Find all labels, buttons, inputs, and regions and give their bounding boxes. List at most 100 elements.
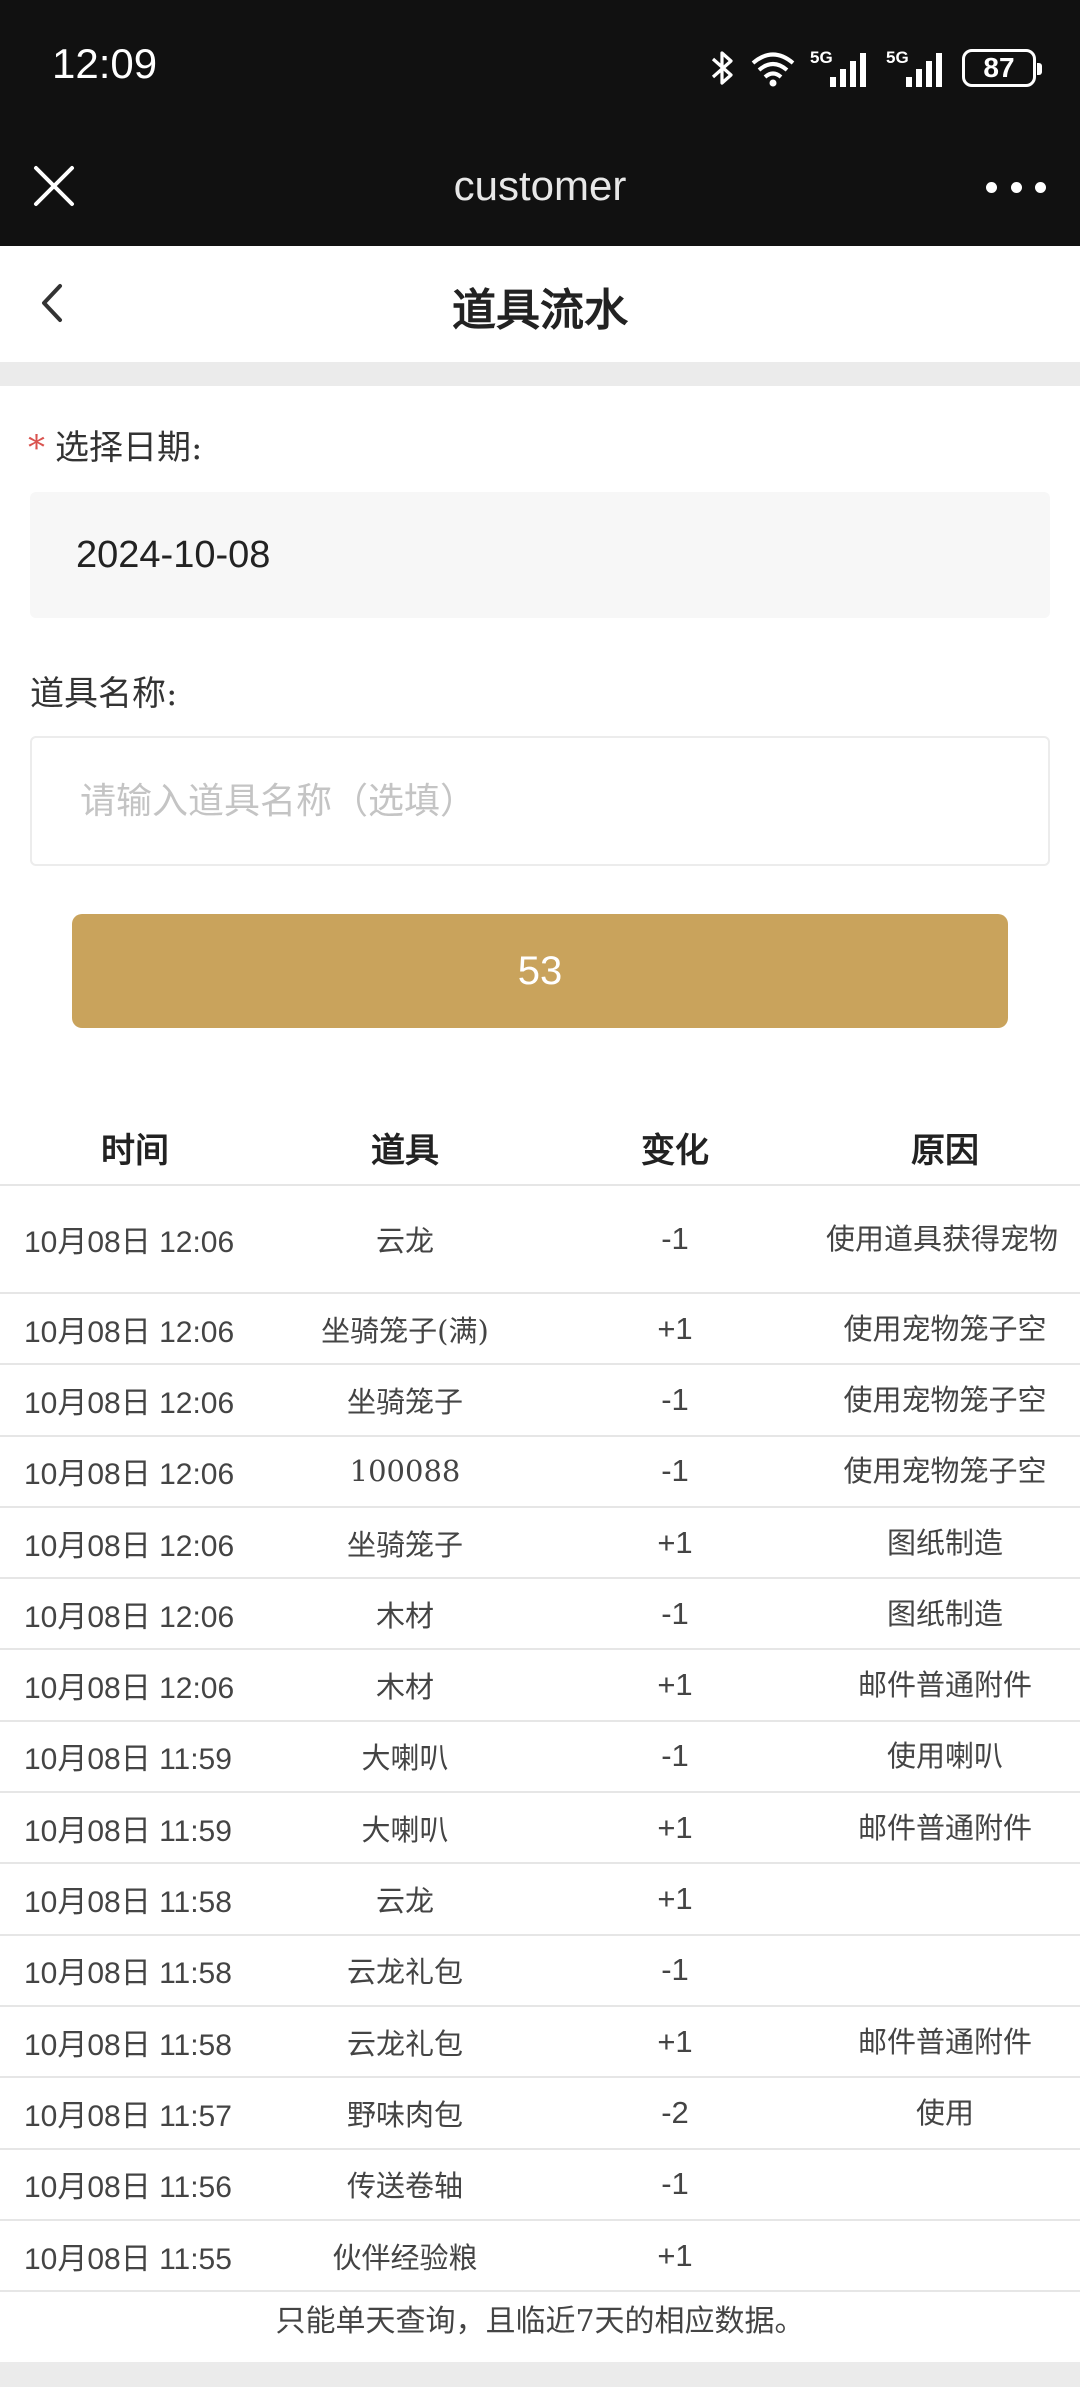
battery-level: 87 <box>983 52 1015 83</box>
page-title: 道具流水 <box>452 285 628 336</box>
cell-time: 10月08日 11:58 <box>24 1886 232 1920</box>
browser-bar: customer <box>0 138 1080 246</box>
cell-reason: 图纸制造 <box>886 1525 1003 1560</box>
battery-icon: 87 <box>962 49 1042 87</box>
bluetooth-icon <box>710 48 736 88</box>
cell-change: +1 <box>657 1310 693 1346</box>
required-mark: * <box>28 428 45 468</box>
cell-item: 大喇叭 <box>361 1741 449 1776</box>
query-button[interactable]: 53 <box>72 914 1008 1028</box>
item-name-input[interactable] <box>30 736 1050 866</box>
date-picker[interactable]: 2024-10-08 <box>30 492 1050 618</box>
wifi-icon <box>750 48 796 88</box>
cell-time: 10月08日 11:55 <box>24 2242 232 2276</box>
cell-change: -1 <box>661 1453 689 1489</box>
table-row: 10月08日 11:58 云龙礼包 +1 邮件普通附件 <box>0 2007 1080 2079</box>
cell-change: -1 <box>661 1595 689 1631</box>
cell-reason: 使用道具获得宠物 <box>826 1222 1059 1256</box>
table-row: 10月08日 12:06 云龙 -1 使用道具获得宠物 <box>0 1186 1080 1294</box>
cell-change: -1 <box>661 1381 689 1417</box>
cell-change: +1 <box>657 1524 693 1560</box>
cell-reason: 邮件普通附件 <box>857 2024 1032 2059</box>
cell-item: 坐骑笼子 <box>346 1527 463 1562</box>
date-label: * 选择日期: <box>28 428 203 468</box>
cell-change: +1 <box>657 2023 693 2059</box>
cell-item: 木材 <box>375 1670 434 1705</box>
table-row: 10月08日 12:06 坐骑笼子 -1 使用宠物笼子空 <box>0 1365 1080 1437</box>
table-row: 10月08日 12:06 坐骑笼子 +1 图纸制造 <box>0 1508 1080 1580</box>
cell-time: 10月08日 12:06 <box>24 1386 235 1420</box>
cell-item: 云龙 <box>375 1884 434 1919</box>
cell-time: 10月08日 11:57 <box>24 2099 232 2133</box>
cell-time: 10月08日 11:56 <box>24 2171 232 2205</box>
table-row: 10月08日 11:59 大喇叭 -1 使用喇叭 <box>0 1722 1080 1794</box>
signal-5g-icon-2: 5G <box>886 47 948 89</box>
table-row: 10月08日 12:06 木材 -1 图纸制造 <box>0 1579 1080 1651</box>
cell-item: 野味肉包 <box>346 2097 463 2132</box>
cell-time: 10月08日 11:59 <box>24 1814 232 1848</box>
cell-item: 云龙 <box>375 1224 434 1258</box>
cell-reason: 使用 <box>915 2095 974 2130</box>
cell-time: 10月08日 12:06 <box>24 1458 235 1492</box>
item-log-table: 时间 道具 变化 原因 10月08日 12:06 云龙 -1 使用道具获得宠物 10月0… <box>0 1110 1080 2293</box>
cell-change: -1 <box>661 1952 689 1988</box>
cell-time: 10月08日 12:06 <box>24 1529 235 1563</box>
table-row: 10月08日 12:06 100088 -1 使用宠物笼子空 <box>0 1437 1080 1508</box>
cell-change: +1 <box>657 1667 693 1703</box>
cell-reason: 图纸制造 <box>886 1596 1003 1631</box>
browser-title: customer <box>453 162 627 209</box>
table-row: 10月08日 11:58 云龙礼包 -1 <box>0 1936 1080 2007</box>
cell-change: -1 <box>661 1221 689 1256</box>
header-reason: 原因 <box>911 1130 979 1171</box>
cell-time: 10月08日 12:06 <box>24 1315 235 1349</box>
svg-text:5G: 5G <box>886 48 909 67</box>
cell-reason: 使用宠物笼子空 <box>843 1454 1047 1489</box>
cell-reason: 邮件普通附件 <box>857 1668 1032 1703</box>
cell-change: -1 <box>661 2166 689 2202</box>
cell-reason: 使用宠物笼子空 <box>843 1311 1047 1346</box>
more-options-icon[interactable] <box>986 172 1046 202</box>
cell-time: 10月08日 11:58 <box>24 1957 232 1991</box>
cell-reason: 邮件普通附件 <box>857 1810 1032 1845</box>
status-time: 12:09 <box>52 40 158 87</box>
cell-item: 大喇叭 <box>361 1812 449 1847</box>
cell-reason: 使用宠物笼子空 <box>843 1382 1047 1417</box>
cell-change: +1 <box>657 1881 693 1917</box>
cell-change: +1 <box>657 1809 693 1845</box>
cell-time: 10月08日 12:06 <box>24 1226 235 1259</box>
signal-5g-icon: 5G <box>810 47 872 89</box>
cell-change: +1 <box>657 2237 693 2273</box>
table-row: 10月08日 11:56 传送卷轴 -1 <box>0 2150 1080 2221</box>
header-change: 变化 <box>641 1130 709 1171</box>
table-row: 10月08日 11:55 伙伴经验粮 +1 <box>0 2221 1080 2293</box>
cell-reason: 使用喇叭 <box>886 1739 1003 1774</box>
cell-item: 木材 <box>375 1598 434 1633</box>
cell-item: 100088 <box>349 1454 461 1489</box>
header-item: 道具 <box>371 1130 439 1171</box>
table-row: 10月08日 11:58 云龙 +1 <box>0 1864 1080 1936</box>
cell-change: -1 <box>661 1738 689 1774</box>
header-time: 时间 <box>101 1130 169 1171</box>
cell-time: 10月08日 12:06 <box>24 1672 235 1706</box>
cell-item: 云龙礼包 <box>346 2026 463 2061</box>
cell-item: 坐骑笼子 <box>346 1384 463 1419</box>
status-bar: 12:09 5G 5G 87 <box>0 0 1080 138</box>
footer-note: 只能单天查询，且临近7天的相应数据。 <box>275 2304 805 2339</box>
table-row: 10月08日 11:59 大喇叭 +1 邮件普通附件 <box>0 1793 1080 1865</box>
cell-time: 10月08日 11:58 <box>24 2028 232 2062</box>
table-row: 10月08日 11:57 野味肉包 -2 使用 <box>0 2078 1080 2150</box>
svg-text:5G: 5G <box>810 48 833 67</box>
cell-time: 10月08日 12:06 <box>24 1600 235 1634</box>
table-row: 10月08日 12:06 木材 +1 邮件普通附件 <box>0 1650 1080 1722</box>
bottom-divider <box>0 2362 1080 2387</box>
cell-time: 10月08日 11:59 <box>24 1743 232 1777</box>
cell-item: 伙伴经验粮 <box>332 2240 478 2275</box>
cell-change: -2 <box>661 2094 689 2130</box>
page-header: 道具流水 <box>0 246 1080 362</box>
table-row: 10月08日 12:06 坐骑笼子(满) +1 使用宠物笼子空 <box>0 1294 1080 1366</box>
table-body: 10月08日 12:06 云龙 -1 使用道具获得宠物 10月08日 12:06 坐骑笼子… <box>0 1186 1080 2293</box>
divider <box>0 362 1080 386</box>
cell-item: 云龙礼包 <box>346 1955 463 1990</box>
cell-item: 传送卷轴 <box>346 2169 463 2204</box>
table-header: 时间 道具 变化 原因 <box>0 1110 1080 1186</box>
